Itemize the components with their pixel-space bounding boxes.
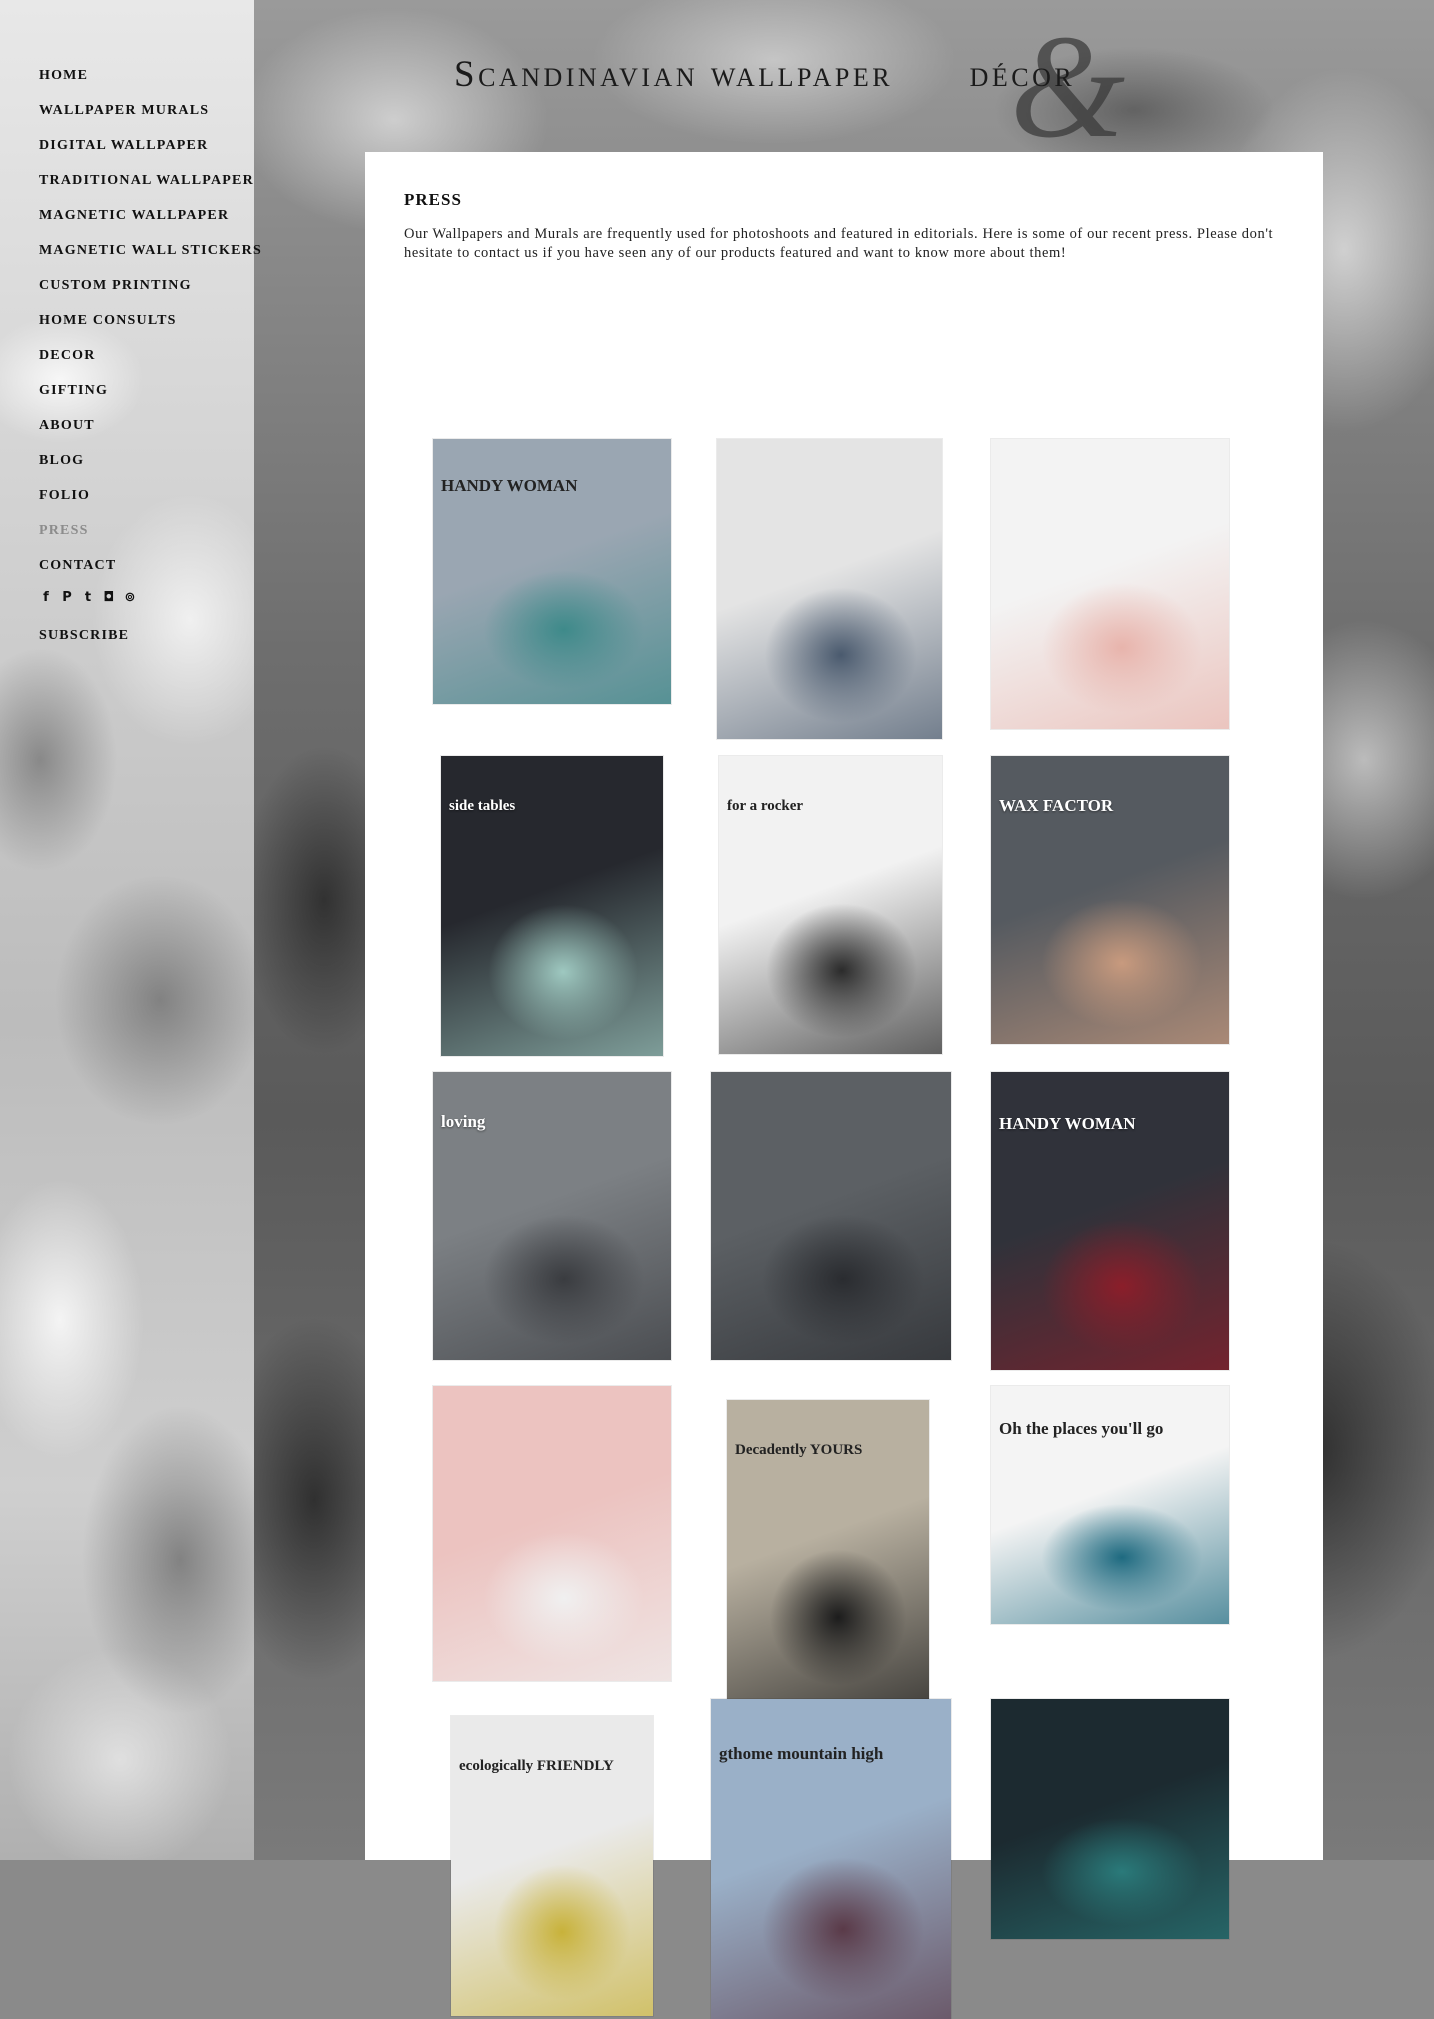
sidebar-nav: HOME WALLPAPER MURALS DIGITAL WALLPAPER TRA… xyxy=(39,64,261,659)
intro-text: Our Wallpapers and Murals are frequently… xyxy=(404,226,1274,261)
nav-item-press[interactable]: PRESS xyxy=(39,519,254,554)
press-thumbnail[interactable]: side tables xyxy=(441,756,663,1056)
press-thumbnail[interactable]: loving xyxy=(433,1072,671,1360)
site-logo[interactable]: & Scandinavian wallpaper décor xyxy=(454,12,1254,162)
logo-text: Scandinavian wallpaper décor xyxy=(454,54,1076,95)
press-caption: Oh the places you'll go xyxy=(999,1419,1164,1439)
press-thumbnail[interactable] xyxy=(717,439,942,739)
press-thumbnail[interactable]: HANDY WOMAN xyxy=(991,1072,1229,1370)
social-links: f Pt ◘ ⊚ xyxy=(39,589,254,624)
instagram-icon[interactable]: ◘ xyxy=(102,590,116,605)
nav-item-decor[interactable]: DECOR xyxy=(39,344,254,379)
press-thumbnail[interactable]: for a rocker xyxy=(719,756,942,1054)
press-caption: Decadently YOURS xyxy=(735,1442,863,1459)
press-caption: ecologically FRIENDLY xyxy=(459,1758,614,1774)
press-thumbnail[interactable] xyxy=(711,1072,951,1360)
press-thumbnail[interactable]: gthome mountain high xyxy=(711,1699,951,2019)
press-caption: WAX FACTOR xyxy=(999,796,1114,816)
press-thumbnail[interactable]: HANDY WOMAN xyxy=(433,439,671,704)
press-thumbnail[interactable]: Decadently YOURS xyxy=(727,1400,929,1702)
press-caption: side tables xyxy=(449,798,516,814)
facebook-icon[interactable]: f xyxy=(39,590,53,605)
press-caption: for a rocker xyxy=(727,797,804,814)
page-title: PRESS xyxy=(404,190,462,209)
press-caption: HANDY WOMAN xyxy=(441,476,578,496)
rss-icon[interactable]: ⊚ xyxy=(123,590,137,605)
content-panel: PRESS Our Wallpapers and Murals are freq… xyxy=(365,152,1323,2019)
nav-item-magnetic-wall-stickers[interactable]: MAGNETIC WALL STICKERS xyxy=(39,239,261,274)
nav-item-custom-printing[interactable]: CUSTOM PRINTING xyxy=(39,274,254,309)
press-thumbnail[interactable] xyxy=(991,439,1229,729)
press-thumbnail[interactable] xyxy=(991,1699,1229,1939)
press-thumbnail[interactable]: ecologically FRIENDLY xyxy=(451,1716,653,2016)
press-caption: gthome mountain high xyxy=(719,1743,884,1763)
nav-item-blog[interactable]: BLOG xyxy=(39,449,254,484)
nav-item-home[interactable]: HOME xyxy=(39,64,254,99)
nav-item-digital-wallpaper[interactable]: DIGITAL WALLPAPER xyxy=(39,134,254,169)
press-thumbnail[interactable]: Oh the places you'll go xyxy=(991,1386,1229,1624)
nav-item-home-consults[interactable]: HOME CONSULTS xyxy=(39,309,254,344)
pinterest-icon[interactable]: P xyxy=(60,590,74,605)
nav-item-about[interactable]: ABOUT xyxy=(39,414,254,449)
nav-item-folio[interactable]: FOLIO xyxy=(39,484,254,519)
twitter-icon[interactable]: t xyxy=(81,590,95,605)
press-thumbnail[interactable] xyxy=(433,1386,671,1681)
nav-item-gifting[interactable]: GIFTING xyxy=(39,379,254,414)
press-thumbnail[interactable]: WAX FACTOR xyxy=(991,756,1229,1044)
nav-item-traditional-wallpaper[interactable]: TRADITIONAL WALLPAPER xyxy=(39,169,254,204)
press-caption: HANDY WOMAN xyxy=(999,1113,1136,1133)
press-caption: loving xyxy=(441,1112,486,1132)
nav-item-wallpaper-murals[interactable]: WALLPAPER MURALS xyxy=(39,99,254,134)
nav-item-magnetic-wallpaper[interactable]: MAGNETIC WALLPAPER xyxy=(39,204,254,239)
nav-item-contact[interactable]: CONTACT xyxy=(39,554,254,589)
nav-item-subscribe[interactable]: SUBSCRIBE xyxy=(39,624,254,659)
